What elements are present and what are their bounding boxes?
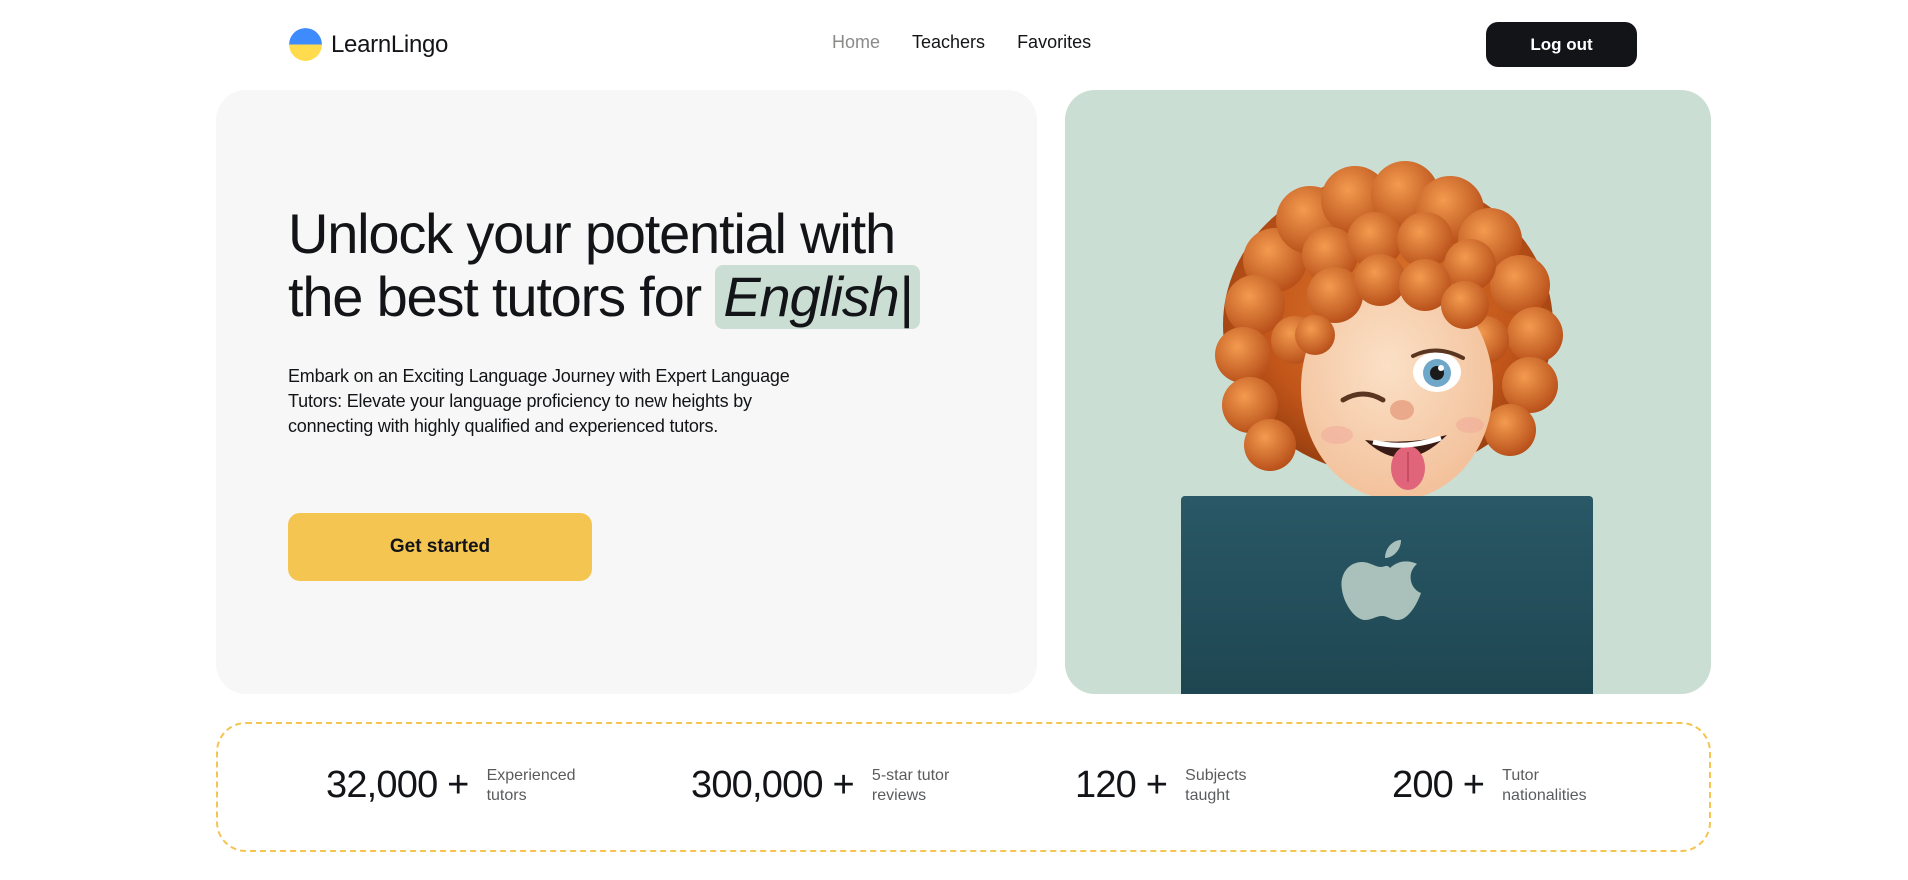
hero-description: Embark on an Exciting Language Journey w…: [288, 366, 790, 436]
stat-value: 120 +: [1075, 764, 1168, 806]
main-nav: Home Teachers Favorites: [832, 32, 1091, 53]
stat-label: 5-star tutor reviews: [871, 766, 950, 804]
stat-experienced-tutors: 32,000 + Experienced tutors: [326, 764, 576, 807]
stat-label: Subjects taught: [1185, 766, 1247, 804]
stat-value: 300,000 +: [691, 764, 855, 806]
stat-label: Experienced tutors: [486, 766, 576, 804]
stat-value: 32,000 +: [326, 764, 469, 806]
memoji-girl-with-laptop-illustration: [1181, 161, 1593, 694]
hero-panel: Unlock your potential with the best tuto…: [216, 90, 1037, 694]
hero-illustration-panel: [1065, 90, 1711, 694]
stat-label: Tutor nationalities: [1502, 766, 1587, 804]
nav-home-link[interactable]: Home: [832, 32, 880, 53]
nav-teachers-link[interactable]: Teachers: [912, 32, 985, 53]
stat-five-star-reviews: 300,000 + 5-star tutor reviews: [691, 764, 949, 807]
brand-name: LearnLingo: [331, 30, 449, 58]
stats-bar: 32,000 + Experienced tutors 300,000 + 5-…: [216, 722, 1711, 852]
logout-button[interactable]: Log out: [1486, 22, 1637, 67]
brand-logo[interactable]: LearnLingo: [289, 28, 448, 61]
site-header: LearnLingo Home Teachers Favorites Log o…: [0, 0, 1908, 88]
ukraine-flag-icon: [289, 28, 322, 61]
stat-subjects-taught: 120 + Subjects taught: [1075, 764, 1247, 807]
hero-title-highlight: English|: [715, 265, 920, 329]
stat-value: 200 +: [1392, 764, 1485, 806]
nav-favorites-link[interactable]: Favorites: [1017, 32, 1091, 53]
hero-title: Unlock your potential with the best tuto…: [288, 202, 948, 329]
stat-tutor-nationalities: 200 + Tutor nationalities: [1392, 764, 1587, 807]
get-started-button[interactable]: Get started: [288, 513, 592, 581]
